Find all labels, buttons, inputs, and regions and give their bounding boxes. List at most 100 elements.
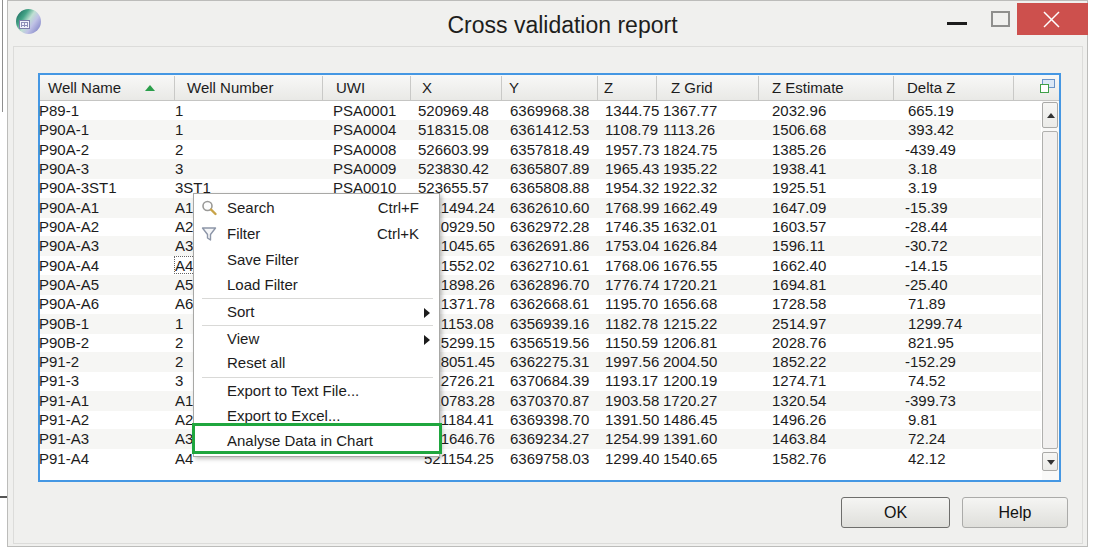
cell: 1626.84 [663, 237, 717, 254]
cell: 1320.54 [772, 392, 826, 409]
scroll-up-icon [1047, 113, 1055, 118]
menu-separator [202, 325, 433, 326]
header-separator [893, 76, 894, 100]
cell: A1 [175, 199, 193, 216]
cell: A4 [175, 450, 193, 467]
cell: -152.29 [905, 353, 956, 370]
column-header-delta-z[interactable]: Delta Z [907, 79, 955, 96]
table-row-P90A-A5[interactable]: P90A-A5A5521898.266362896.701776.741720.… [40, 275, 1041, 295]
cell: 74.52 [908, 372, 946, 389]
scroll-down-button[interactable] [1042, 452, 1058, 471]
cell: 6369968.38 [510, 102, 589, 119]
table-row-P90A-A3[interactable]: P90A-A3A3521045.656362691.861753.041626.… [40, 236, 1041, 256]
cell: 1728.58 [772, 295, 826, 312]
cell: 1254.99 [605, 430, 659, 447]
cell: 1391.60 [663, 430, 717, 447]
cell: 6369398.70 [510, 411, 589, 428]
column-header-well-number[interactable]: Well Number [187, 79, 273, 96]
cell: P90A-1 [39, 121, 89, 138]
field-chooser-icon[interactable] [1040, 79, 1056, 95]
scroll-up-button[interactable] [1042, 102, 1058, 128]
cell: 6370684.39 [510, 372, 589, 389]
header-separator [501, 76, 502, 100]
cell: 2032.96 [772, 102, 826, 119]
cell: 9.81 [908, 411, 937, 428]
scroll-thumb[interactable] [1042, 131, 1058, 449]
minimize-button[interactable] [940, 3, 974, 35]
cell: P90A-3 [39, 160, 89, 177]
submenu-arrow-icon [424, 308, 430, 318]
cell: 1662.49 [663, 199, 717, 216]
vertical-scrollbar[interactable] [1042, 101, 1059, 480]
menu-item-view[interactable]: View [194, 327, 439, 352]
column-header-uwi[interactable]: UWI [336, 79, 365, 96]
column-header-z[interactable]: Z [604, 79, 613, 96]
cell: PSA0004 [333, 121, 396, 138]
table-row-P90A-A2[interactable]: P90A-A2A2520929.506362972.281746.351632.… [40, 217, 1041, 237]
cell: 3.18 [908, 160, 937, 177]
table-row-P90B-2[interactable]: P90B-22525299.156356519.561150.591206.81… [40, 333, 1041, 353]
menu-item-sort[interactable]: Sort [194, 300, 439, 325]
menu-item-save-filter[interactable]: Save Filter [194, 248, 439, 273]
table-row-P90A-A4[interactable]: P90A-A4A4521552.026362710.611768.061676.… [40, 256, 1041, 276]
help-button[interactable]: Help [962, 497, 1068, 528]
cell: 523830.42 [418, 160, 489, 177]
cell: P89-1 [39, 102, 79, 119]
table-row-P90B-1[interactable]: P90B-11521153.086356939.161182.781215.22… [40, 314, 1041, 334]
cell: 6362710.61 [510, 257, 589, 274]
cell: 1506.68 [772, 121, 826, 138]
cell: 1496.26 [772, 411, 826, 428]
table-row-P89-1[interactable]: P89-11PSA0001520969.486369968.381344.751… [40, 101, 1041, 121]
table-row-P91-3[interactable]: P91-33522726.216370684.391193.171200.191… [40, 371, 1041, 391]
maximize-button[interactable] [984, 3, 1018, 35]
menu-item-reset-all[interactable]: Reset all [194, 351, 439, 376]
table-row-P91-A1[interactable]: P91-A1A1520783.286370370.871903.581720.2… [40, 391, 1041, 411]
menu-item-search[interactable]: SearchCtrl+F [194, 196, 439, 221]
table-row-P90A-3[interactable]: P90A-33PSA0009523830.426365807.891965.43… [40, 159, 1041, 179]
cell: P90A-A6 [39, 295, 99, 312]
cell: 1193.17 [605, 372, 658, 389]
table-row-P91-2[interactable]: P91-22528051.456362275.311997.562004.501… [40, 352, 1041, 372]
column-header-x[interactable]: X [422, 79, 432, 96]
column-header-y[interactable]: Y [509, 79, 519, 96]
cell: 2028.76 [772, 334, 826, 351]
close-icon [1043, 11, 1060, 28]
cell: 6369758.03 [510, 450, 589, 467]
column-header-well-name[interactable]: Well Name [48, 79, 121, 96]
header-separator [656, 76, 657, 100]
window-title: Cross validation report [22, 12, 1099, 39]
cell: P90A-A3 [39, 237, 99, 254]
cell: 2 [175, 353, 183, 370]
cell: 2 [175, 141, 183, 158]
cell: 1215.22 [663, 315, 717, 332]
cell: 72.24 [908, 430, 946, 447]
cell: P91-A3 [39, 430, 89, 447]
close-button[interactable] [1017, 3, 1088, 35]
menu-item-load-filter[interactable]: Load Filter [194, 273, 439, 298]
background-window-edge [2, 0, 3, 112]
column-header-z-grid[interactable]: Z Grid [671, 79, 713, 96]
cell: P91-A2 [39, 411, 89, 428]
cell: P90A-A2 [39, 218, 99, 235]
table-row-P90A-3ST1[interactable]: P90A-3ST13ST1PSA0010523655.576365808.881… [40, 178, 1041, 198]
column-header-z-estimate[interactable]: Z Estimate [772, 79, 844, 96]
table-row-P91-A2[interactable]: P91-A2A2521184.416369398.701391.501486.4… [40, 410, 1041, 430]
cell: -399.73 [905, 392, 956, 409]
cell: 42.12 [908, 450, 946, 467]
ok-button[interactable]: OK [841, 497, 950, 528]
table-row-P91-A4[interactable]: P91-A4A4521154.256369758.031299.401540.6… [40, 449, 1041, 469]
table-row-P91-A3[interactable]: P91-A3A3521646.766369234.271254.991391.6… [40, 429, 1041, 449]
menu-item-export-to-text-file[interactable]: Export to Text File... [194, 379, 439, 404]
table-row-P90A-2[interactable]: P90A-22PSA0008526603.996357818.491957.73… [40, 140, 1041, 160]
cell: 1596.11 [772, 237, 825, 254]
cell: 1108.79 [605, 121, 658, 138]
cell: 6370370.87 [510, 392, 589, 409]
cell: 526603.99 [418, 141, 489, 158]
table-row-P90A-1[interactable]: P90A-11PSA0004518315.086361412.531108.79… [40, 120, 1041, 140]
cell: PSA0008 [333, 141, 396, 158]
cell: 1957.73 [605, 141, 659, 158]
table-row-P90A-A6[interactable]: P90A-A6A6521371.786362668.611195.701656.… [40, 294, 1041, 314]
menu-item-filter[interactable]: FilterCtrl+K [194, 222, 439, 247]
cell: 1 [175, 315, 183, 332]
table-row-P90A-A1[interactable]: P90A-A1A1521494.246362610.601768.991662.… [40, 198, 1041, 218]
